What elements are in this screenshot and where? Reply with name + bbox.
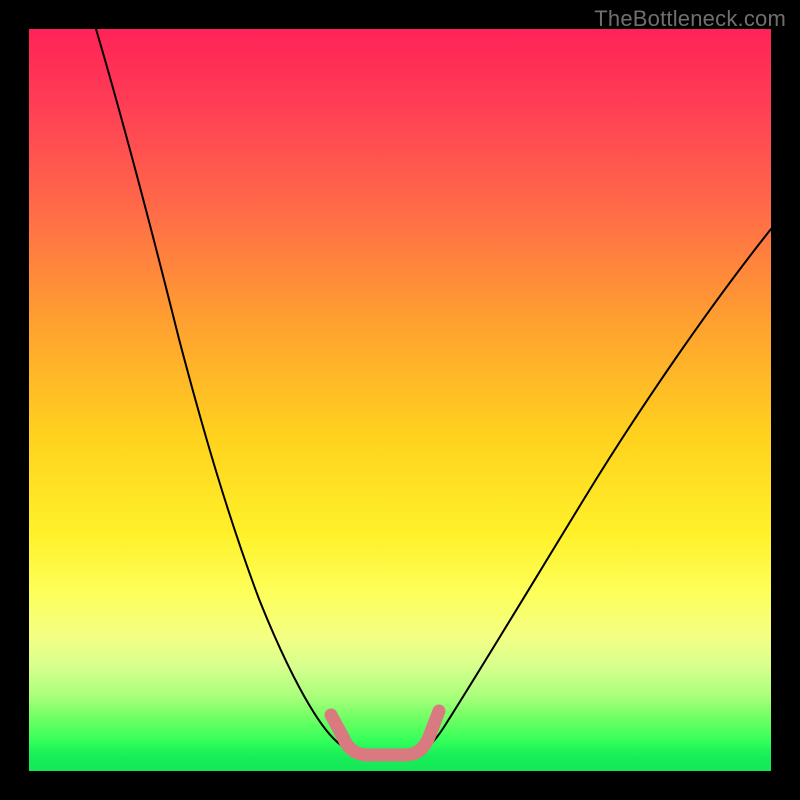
watermark-text: TheBottleneck.com	[594, 6, 786, 32]
chart-frame: TheBottleneck.com	[0, 0, 800, 800]
curve-layer	[29, 29, 771, 771]
optimal-zone-marker	[331, 711, 439, 755]
plot-area	[29, 29, 771, 771]
bottleneck-curve	[96, 29, 771, 756]
